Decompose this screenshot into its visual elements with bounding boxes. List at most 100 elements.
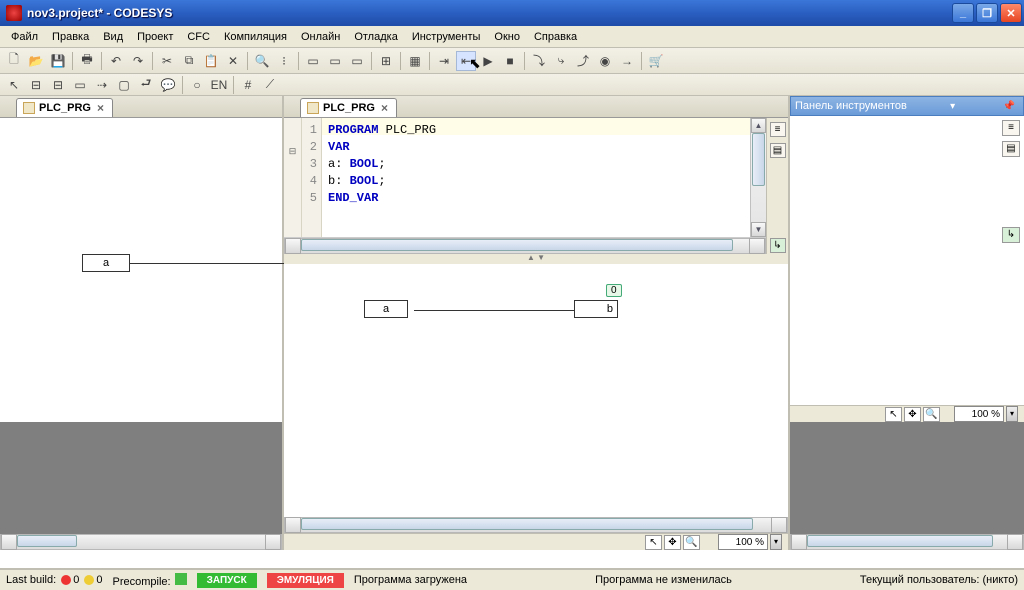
paste-icon[interactable]: 📋: [201, 51, 221, 71]
code-scrollbar-h[interactable]: [284, 238, 766, 254]
breakpoint-icon[interactable]: ◉: [595, 51, 615, 71]
dropdown-icon[interactable]: ▾: [946, 101, 959, 112]
toolbox-list-icon[interactable]: ▤: [1002, 141, 1020, 157]
left-lower-area: [0, 422, 282, 534]
menu-view[interactable]: Вид: [96, 29, 130, 45]
toolbox-header[interactable]: Панель инструментов ▾ 📌: [790, 96, 1024, 116]
login-icon[interactable]: ⇥: [434, 51, 454, 71]
pointer-tool-icon[interactable]: ↖: [885, 407, 902, 422]
cfc-comment-icon[interactable]: 💬: [158, 75, 178, 95]
cfc-order-icon[interactable]: #: [238, 75, 258, 95]
cfc-output-icon[interactable]: ⊟: [48, 75, 68, 95]
diagram-block-a[interactable]: a: [364, 300, 408, 318]
tool-view-icon[interactable]: ≡: [770, 122, 786, 137]
diagram-wire: [414, 310, 574, 311]
run-to-cursor-icon[interactable]: →: [617, 51, 637, 71]
close-icon[interactable]: ×: [95, 101, 106, 115]
start-icon[interactable]: ▶: [478, 51, 498, 71]
fold-gutter[interactable]: ⊟: [284, 118, 302, 237]
menu-project[interactable]: Проект: [130, 29, 180, 45]
cfc-jump-icon[interactable]: ⇢: [92, 75, 112, 95]
pan-tool-icon[interactable]: ✥: [664, 535, 681, 550]
minimize-button[interactable]: _: [952, 3, 974, 23]
pan-tool-icon[interactable]: ✥: [904, 407, 921, 422]
stop-icon[interactable]: ■: [500, 51, 520, 71]
open-icon[interactable]: 📂: [26, 51, 46, 71]
menu-online[interactable]: Онлайн: [294, 29, 347, 45]
right-zoom-value[interactable]: 100 %: [954, 406, 1004, 422]
close-button[interactable]: ✕: [1000, 3, 1022, 23]
error-indicator-icon: [61, 575, 71, 585]
bookmark-next-icon[interactable]: ▭: [325, 51, 345, 71]
maximize-button[interactable]: ❐: [976, 3, 998, 23]
cfc-negation-icon[interactable]: ○: [187, 75, 207, 95]
zoom-tool-icon[interactable]: 🔍: [923, 407, 940, 422]
step-over-icon[interactable]: ⤵: [529, 51, 549, 71]
menu-cfc[interactable]: CFC: [180, 29, 217, 45]
zoom-tool-icon[interactable]: 🔍: [683, 535, 700, 550]
bookmark-icon[interactable]: ▭: [303, 51, 323, 71]
undo-icon[interactable]: ↶: [106, 51, 126, 71]
menu-tools[interactable]: Инструменты: [405, 29, 488, 45]
menu-edit[interactable]: Правка: [45, 29, 96, 45]
pin-icon[interactable]: 📌: [999, 101, 1019, 112]
new-icon[interactable]: 🗋: [4, 51, 24, 71]
zoom-dropdown-icon[interactable]: ▾: [1006, 406, 1018, 422]
find-next-icon[interactable]: ⁝: [274, 51, 294, 71]
cfc-element-icon[interactable]: ↳: [770, 238, 786, 253]
tool-list-icon[interactable]: ▤: [770, 143, 786, 158]
add-object-icon[interactable]: ⊞: [376, 51, 396, 71]
copy-icon[interactable]: ⧉: [179, 51, 199, 71]
delete-icon[interactable]: ✕: [223, 51, 243, 71]
code-editor[interactable]: PROGRAM PLC_PRG VAR a: BOOL; b: BOOL; EN…: [322, 118, 750, 237]
right-scrollbar-h[interactable]: [790, 534, 1024, 550]
zoom-value[interactable]: 100 %: [718, 534, 768, 550]
cfc-return-icon[interactable]: ⮐: [136, 75, 156, 95]
print-icon[interactable]: 🖶: [77, 51, 97, 71]
status-emulation-button[interactable]: ЭМУЛЯЦИЯ: [267, 573, 344, 588]
code-scrollbar-v[interactable]: ▲ ▼: [750, 118, 766, 237]
cart-icon[interactable]: 🛒: [646, 51, 666, 71]
status-run-button[interactable]: ЗАПУСК: [197, 573, 257, 588]
diagram-scrollbar-h[interactable]: [284, 517, 788, 533]
cut-icon[interactable]: ✂: [157, 51, 177, 71]
status-user: Текущий пользователь: (никто): [860, 574, 1018, 586]
cfc-label-icon[interactable]: ▢: [114, 75, 134, 95]
build-icon[interactable]: ▦: [405, 51, 425, 71]
close-icon[interactable]: ×: [379, 101, 390, 115]
menu-debug[interactable]: Отладка: [347, 29, 404, 45]
toolbox-cfc-icon[interactable]: ↳: [1002, 227, 1020, 243]
menu-file[interactable]: Файл: [4, 29, 45, 45]
menu-help[interactable]: Справка: [527, 29, 584, 45]
pointer-tool-icon[interactable]: ↖: [645, 535, 662, 550]
cfc-en-icon[interactable]: EN: [209, 75, 229, 95]
step-into-icon[interactable]: ⤷: [551, 51, 571, 71]
center-tab[interactable]: PLC_PRG ×: [300, 98, 397, 117]
cfc-toolbar: ↖ ⊟ ⊟ ▭ ⇢ ▢ ⮐ 💬 ○ EN # ⟋: [0, 74, 1024, 96]
cfc-connect-icon[interactable]: ⟋: [260, 75, 280, 95]
toolbox-view-icon[interactable]: ≡: [1002, 120, 1020, 136]
center-diagram[interactable]: a b 0: [284, 264, 788, 517]
left-tab[interactable]: PLC_PRG ×: [16, 98, 113, 117]
zoom-dropdown-icon[interactable]: ▾: [770, 534, 782, 550]
redo-icon[interactable]: ↷: [128, 51, 148, 71]
status-precompile: Precompile:: [113, 573, 187, 588]
left-diagram[interactable]: a: [0, 118, 282, 422]
menu-window[interactable]: Окно: [487, 29, 527, 45]
diagram-block-b[interactable]: b: [574, 300, 618, 318]
save-icon[interactable]: 💾: [48, 51, 68, 71]
bookmark-prev-icon[interactable]: ▭: [347, 51, 367, 71]
find-icon[interactable]: 🔍: [252, 51, 272, 71]
left-block-a[interactable]: a: [82, 254, 130, 272]
splitter-handle[interactable]: ▲ ▼: [284, 254, 788, 264]
cfc-box-icon[interactable]: ▭: [70, 75, 90, 95]
cfc-pointer-icon[interactable]: ↖: [4, 75, 24, 95]
line-gutter: 12345: [302, 118, 322, 237]
logout-icon[interactable]: ⇤: [456, 51, 476, 71]
toolbox-body[interactable]: ≡ ▤ ↳: [790, 116, 1024, 405]
cfc-input-icon[interactable]: ⊟: [26, 75, 46, 95]
step-out-icon[interactable]: ⤴: [573, 51, 593, 71]
menu-compile[interactable]: Компиляция: [217, 29, 294, 45]
center-zoom-bar: ↖ ✥ 🔍 100 % ▾: [284, 533, 788, 550]
left-scrollbar-h[interactable]: [0, 534, 282, 550]
